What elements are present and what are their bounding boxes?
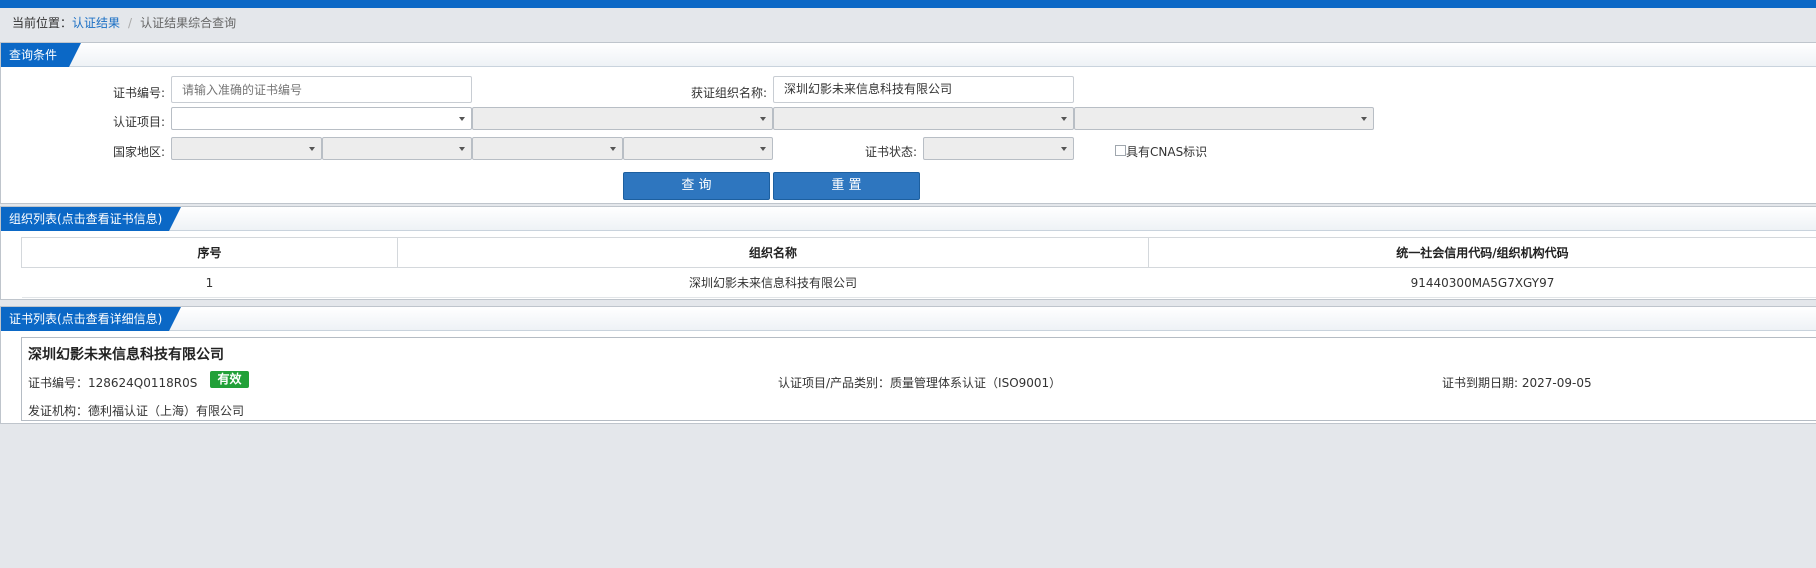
search-button[interactable]: 查 询 — [623, 172, 770, 200]
cert-list-title: 证书列表(点击查看详细信息) — [1, 307, 181, 331]
row-org-name[interactable]: 深圳幻影未来信息科技有限公司 — [397, 267, 1149, 298]
breadcrumb-separator: / — [128, 16, 133, 30]
cnas-checkbox[interactable] — [1115, 145, 1126, 156]
cert-status-label: 证书状态: — [865, 145, 918, 159]
chevron-down-icon — [459, 117, 465, 121]
column-header-index: 序号 — [21, 237, 398, 268]
chevron-down-icon — [1361, 117, 1367, 121]
cert-no-input[interactable] — [171, 76, 472, 103]
status-badge: 有效 — [210, 371, 249, 388]
cert-item: 认证项目/产品类别：质量管理体系认证（ISO9001） — [778, 376, 1062, 390]
cert-item-select-1[interactable] — [171, 107, 472, 130]
cert-item-select-2[interactable] — [472, 107, 773, 130]
org-list-header: 组织列表(点击查看证书信息) — [1, 207, 1816, 231]
region-select-2[interactable] — [322, 137, 472, 160]
breadcrumb-prefix: 当前位置： — [12, 16, 73, 30]
cert-card[interactable]: 深圳幻影未来信息科技有限公司 证书编号：128624Q0118R0S 有效 认证… — [21, 337, 1816, 421]
cert-no-label: 证书编号: — [113, 86, 166, 100]
chevron-down-icon — [1061, 117, 1067, 121]
query-panel-title: 查询条件 — [1, 43, 81, 67]
cert-item-select-3[interactable] — [773, 107, 1074, 130]
top-bar — [0, 0, 1816, 8]
org-list-panel: 组织列表(点击查看证书信息) 序号 组织名称 统一社会信用代码/组织机构代码 1… — [0, 206, 1816, 300]
breadcrumb-link[interactable]: 认证结果 — [72, 16, 120, 30]
cert-expiry-date: 证书到期日期: 2027-09-05 — [1442, 376, 1592, 390]
region-select-4[interactable] — [623, 137, 773, 160]
cert-number: 证书编号：128624Q0118R0S — [28, 376, 198, 390]
chevron-down-icon — [610, 147, 616, 151]
org-table: 序号 组织名称 统一社会信用代码/组织机构代码 1 深圳幻影未来信息科技有限公司… — [21, 237, 1816, 298]
chevron-down-icon — [459, 147, 465, 151]
row-credit-code: 91440300MA5G7XGY97 — [1148, 267, 1816, 298]
reset-button[interactable]: 重 置 — [773, 172, 920, 200]
cert-company-name[interactable]: 深圳幻影未来信息科技有限公司 — [28, 344, 224, 364]
breadcrumb-current: 认证结果综合查询 — [140, 16, 237, 30]
org-table-header-row: 序号 组织名称 统一社会信用代码/组织机构代码 — [21, 237, 1816, 268]
org-name-label: 获证组织名称: — [691, 86, 768, 100]
row-index: 1 — [21, 267, 398, 298]
org-list-title: 组织列表(点击查看证书信息) — [1, 207, 181, 231]
cert-item-label: 认证项目: — [113, 115, 166, 129]
cnas-checkbox-label: 具有CNAS标识 — [1126, 145, 1208, 159]
cert-item-select-4[interactable] — [1074, 107, 1374, 130]
cert-status-select[interactable] — [923, 137, 1074, 160]
column-header-credit-code: 统一社会信用代码/组织机构代码 — [1148, 237, 1816, 268]
cert-list-header: 证书列表(点击查看详细信息) — [1, 307, 1816, 331]
column-header-org-name: 组织名称 — [397, 237, 1149, 268]
org-name-input[interactable]: 深圳幻影未来信息科技有限公司 — [773, 76, 1074, 103]
chevron-down-icon — [309, 147, 315, 151]
breadcrumb: 当前位置：认证结果 / 认证结果综合查询 — [12, 14, 236, 31]
region-select-3[interactable] — [472, 137, 623, 160]
chevron-down-icon — [760, 117, 766, 121]
cert-list-panel: 证书列表(点击查看详细信息) 深圳幻影未来信息科技有限公司 证书编号：12862… — [0, 306, 1816, 424]
query-panel: 查询条件 证书编号: 获证组织名称: 深圳幻影未来信息科技有限公司 认证项目: … — [0, 42, 1816, 204]
chevron-down-icon — [1061, 147, 1067, 151]
region-select-1[interactable] — [171, 137, 322, 160]
query-panel-header: 查询条件 — [1, 43, 1816, 67]
chevron-down-icon — [760, 147, 766, 151]
cert-issuer: 发证机构：德利福认证（上海）有限公司 — [28, 404, 245, 418]
table-row[interactable]: 1 深圳幻影未来信息科技有限公司 91440300MA5G7XGY97 — [21, 267, 1816, 298]
region-label: 国家地区: — [113, 145, 166, 159]
